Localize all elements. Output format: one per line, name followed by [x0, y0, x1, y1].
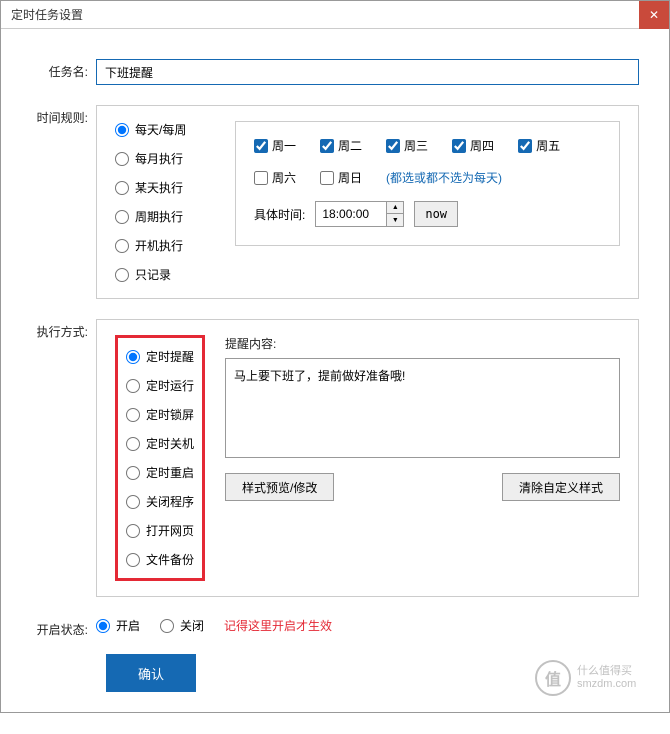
- time-rule-row: 时间规则: 每天/每周 每月执行 某天执行 周期执行 开机执行 只记录: [31, 105, 639, 299]
- remind-content-label: 提醒内容:: [225, 335, 620, 352]
- task-name-input[interactable]: [96, 59, 639, 85]
- close-icon: ✕: [649, 8, 659, 22]
- time-label: 具体时间:: [254, 206, 305, 223]
- time-rule-label: 时间规则:: [31, 105, 96, 299]
- now-button[interactable]: now: [414, 201, 458, 227]
- radio-shutdown[interactable]: 定时关机: [126, 435, 194, 452]
- close-button[interactable]: ✕: [639, 1, 669, 29]
- days-hint: (都选或都不选为每天): [386, 169, 502, 186]
- checkbox-mon[interactable]: 周一: [254, 137, 296, 154]
- radio-status-off[interactable]: 关闭: [160, 617, 204, 634]
- checkbox-sun[interactable]: 周日: [320, 169, 362, 186]
- radio-run[interactable]: 定时运行: [126, 377, 194, 394]
- status-hint: 记得这里开启才生效: [224, 617, 332, 634]
- time-input[interactable]: [316, 202, 386, 226]
- checkbox-thu[interactable]: 周四: [452, 137, 494, 154]
- radio-backup[interactable]: 文件备份: [126, 551, 194, 568]
- checkbox-wed[interactable]: 周三: [386, 137, 428, 154]
- radio-restart[interactable]: 定时重启: [126, 464, 194, 481]
- dialog-window: 定时任务设置 ✕ 任务名: 时间规则: 每天/每周 每月执行 某天执行: [0, 0, 670, 713]
- exec-mode-label: 执行方式:: [31, 319, 96, 597]
- radio-open-url[interactable]: 打开网页: [126, 522, 194, 539]
- radio-status-on[interactable]: 开启: [96, 617, 140, 634]
- window-title: 定时任务设置: [11, 6, 83, 23]
- checkbox-tue[interactable]: 周二: [320, 137, 362, 154]
- exec-mode-row: 执行方式: 定时提醒 定时运行 定时锁屏 定时关机 定时重启 关闭程序 打开网页…: [31, 319, 639, 597]
- checkbox-fri[interactable]: 周五: [518, 137, 560, 154]
- checkbox-sat[interactable]: 周六: [254, 169, 296, 186]
- radio-someday[interactable]: 某天执行: [115, 179, 215, 196]
- time-spin-down[interactable]: ▼: [387, 214, 403, 226]
- radio-close-app[interactable]: 关闭程序: [126, 493, 194, 510]
- watermark-line1: 什么值得买: [577, 665, 636, 678]
- confirm-button[interactable]: 确认: [106, 654, 196, 692]
- dialog-content: 任务名: 时间规则: 每天/每周 每月执行 某天执行 周期执行 开机执行: [1, 29, 669, 712]
- time-stepper[interactable]: ▲ ▼: [315, 201, 404, 227]
- radio-record-only[interactable]: 只记录: [115, 266, 215, 283]
- status-label: 开启状态:: [31, 617, 96, 692]
- remind-content-textarea[interactable]: [225, 358, 620, 458]
- style-preview-button[interactable]: 样式预览/修改: [225, 473, 334, 501]
- radio-monthly[interactable]: 每月执行: [115, 150, 215, 167]
- radio-remind[interactable]: 定时提醒: [126, 348, 194, 365]
- task-name-row: 任务名:: [31, 59, 639, 85]
- radio-periodic[interactable]: 周期执行: [115, 208, 215, 225]
- clear-style-button[interactable]: 清除自定义样式: [502, 473, 620, 501]
- exec-mode-highlight-box: 定时提醒 定时运行 定时锁屏 定时关机 定时重启 关闭程序 打开网页 文件备份: [115, 335, 205, 581]
- radio-lock[interactable]: 定时锁屏: [126, 406, 194, 423]
- titlebar: 定时任务设置 ✕: [1, 1, 669, 29]
- watermark: 值 什么值得买 smzdm.com: [535, 658, 655, 698]
- exec-mode-radio-group: 定时提醒 定时运行 定时锁屏 定时关机 定时重启 关闭程序 打开网页 文件备份: [126, 348, 194, 568]
- radio-daily-weekly[interactable]: 每天/每周: [115, 121, 215, 138]
- time-spin-up[interactable]: ▲: [387, 202, 403, 214]
- radio-startup[interactable]: 开机执行: [115, 237, 215, 254]
- days-panel: 周一 周二 周三 周四 周五 周六 周日 (都选或都不选为每天): [235, 121, 620, 246]
- watermark-line2: smzdm.com: [577, 678, 636, 691]
- time-rule-radio-group: 每天/每周 每月执行 某天执行 周期执行 开机执行 只记录: [115, 121, 215, 283]
- task-name-label: 任务名:: [31, 59, 96, 85]
- watermark-icon: 值: [535, 660, 571, 696]
